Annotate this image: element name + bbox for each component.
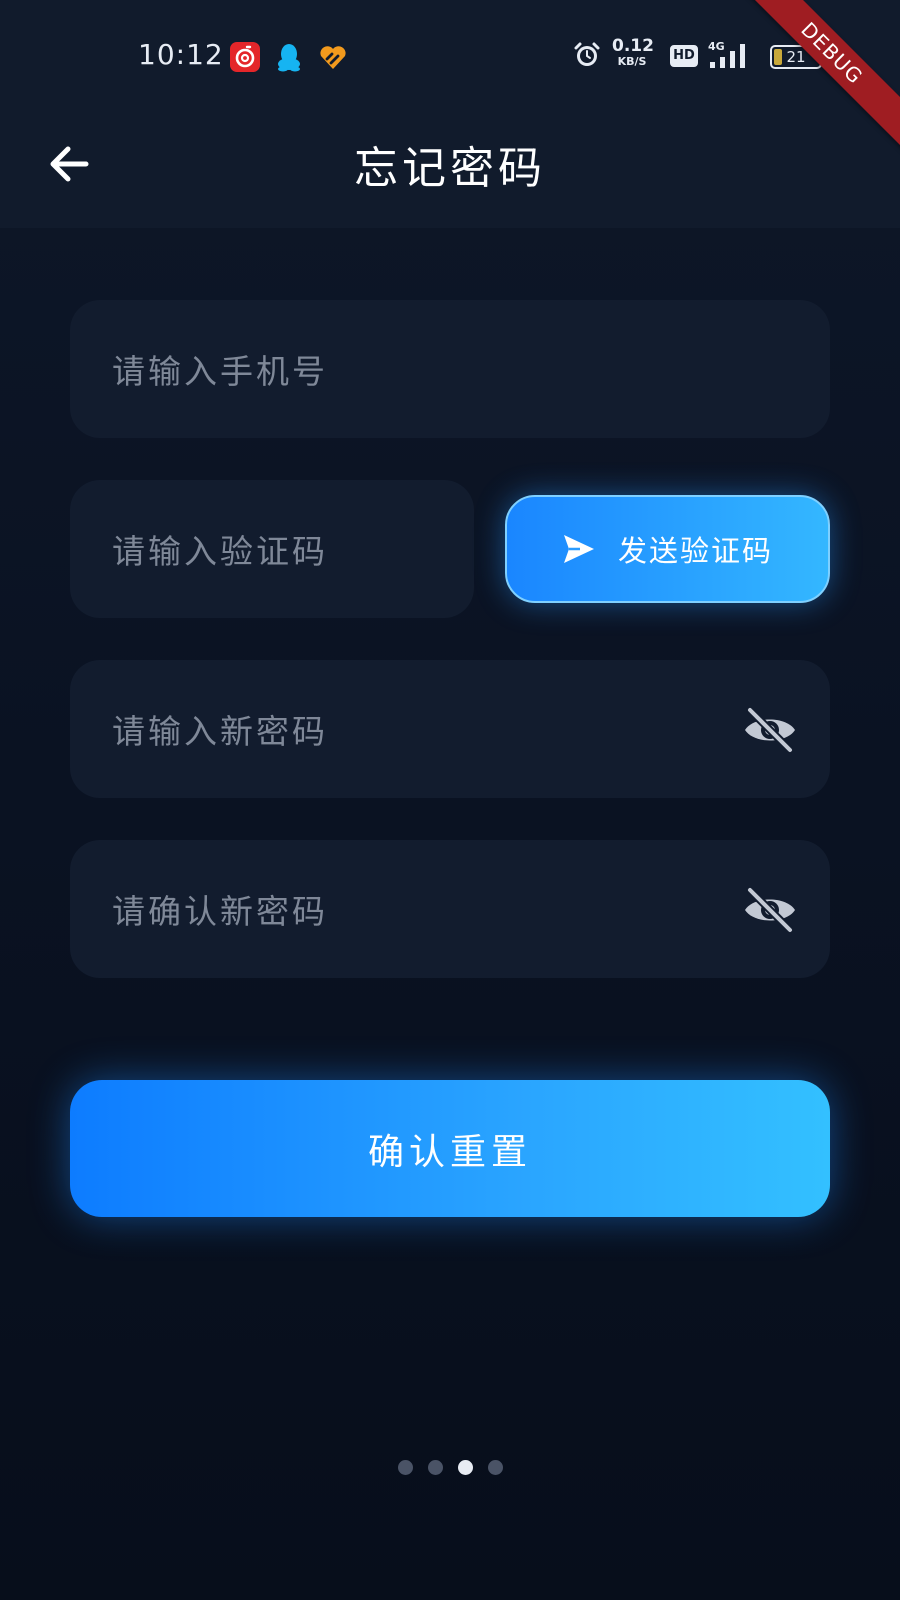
page-dot bbox=[397, 1460, 413, 1475]
confirm-password-input[interactable]: 请确认新密码 bbox=[70, 840, 830, 978]
page-indicator bbox=[0, 1460, 900, 1476]
page-dot bbox=[487, 1460, 503, 1475]
network-speed: 0.12 KB/S bbox=[612, 36, 654, 69]
new-password-placeholder: 请输入新密码 bbox=[112, 712, 328, 751]
network-speed-unit: KB/S bbox=[617, 55, 647, 68]
qq-icon bbox=[278, 44, 300, 72]
status-time: 10:12 bbox=[138, 38, 224, 71]
page-dot bbox=[457, 1460, 473, 1475]
phone-input-placeholder: 请输入手机号 bbox=[112, 352, 328, 391]
send-code-label: 发送验证码 bbox=[617, 534, 773, 568]
confirm-reset-button[interactable]: 确认重置 bbox=[70, 1080, 830, 1217]
forgot-password-screen: 10:12 0.12 KB/S HD 4G 21 DEBUG 忘记密码 请输入手… bbox=[0, 0, 900, 1600]
page-dot bbox=[427, 1460, 443, 1475]
hd-badge: HD bbox=[670, 45, 698, 67]
eye-off-icon[interactable] bbox=[742, 882, 798, 938]
netease-music-icon bbox=[230, 42, 260, 72]
phone-input[interactable]: 请输入手机号 bbox=[70, 300, 830, 438]
send-icon bbox=[563, 535, 594, 563]
status-bar: 10:12 0.12 KB/S HD 4G 21 DEBUG bbox=[0, 0, 900, 157]
network-type-label: 4G bbox=[708, 40, 725, 53]
app-bar: 忘记密码 bbox=[0, 110, 900, 228]
eye-off-icon[interactable] bbox=[742, 702, 798, 758]
confirm-reset-label: 确认重置 bbox=[367, 1131, 532, 1173]
health-app-icon bbox=[320, 46, 346, 69]
confirm-password-placeholder: 请确认新密码 bbox=[112, 892, 328, 931]
alarm-icon bbox=[574, 42, 600, 66]
page-title: 忘记密码 bbox=[354, 143, 546, 194]
signal-4g-icon: 4G bbox=[708, 40, 745, 68]
verification-code-placeholder: 请输入验证码 bbox=[112, 532, 328, 571]
verification-code-input[interactable]: 请输入验证码 bbox=[70, 480, 474, 618]
send-code-button[interactable]: 发送验证码 bbox=[505, 495, 830, 603]
network-speed-value: 0.12 bbox=[612, 36, 654, 56]
new-password-input[interactable]: 请输入新密码 bbox=[70, 660, 830, 798]
